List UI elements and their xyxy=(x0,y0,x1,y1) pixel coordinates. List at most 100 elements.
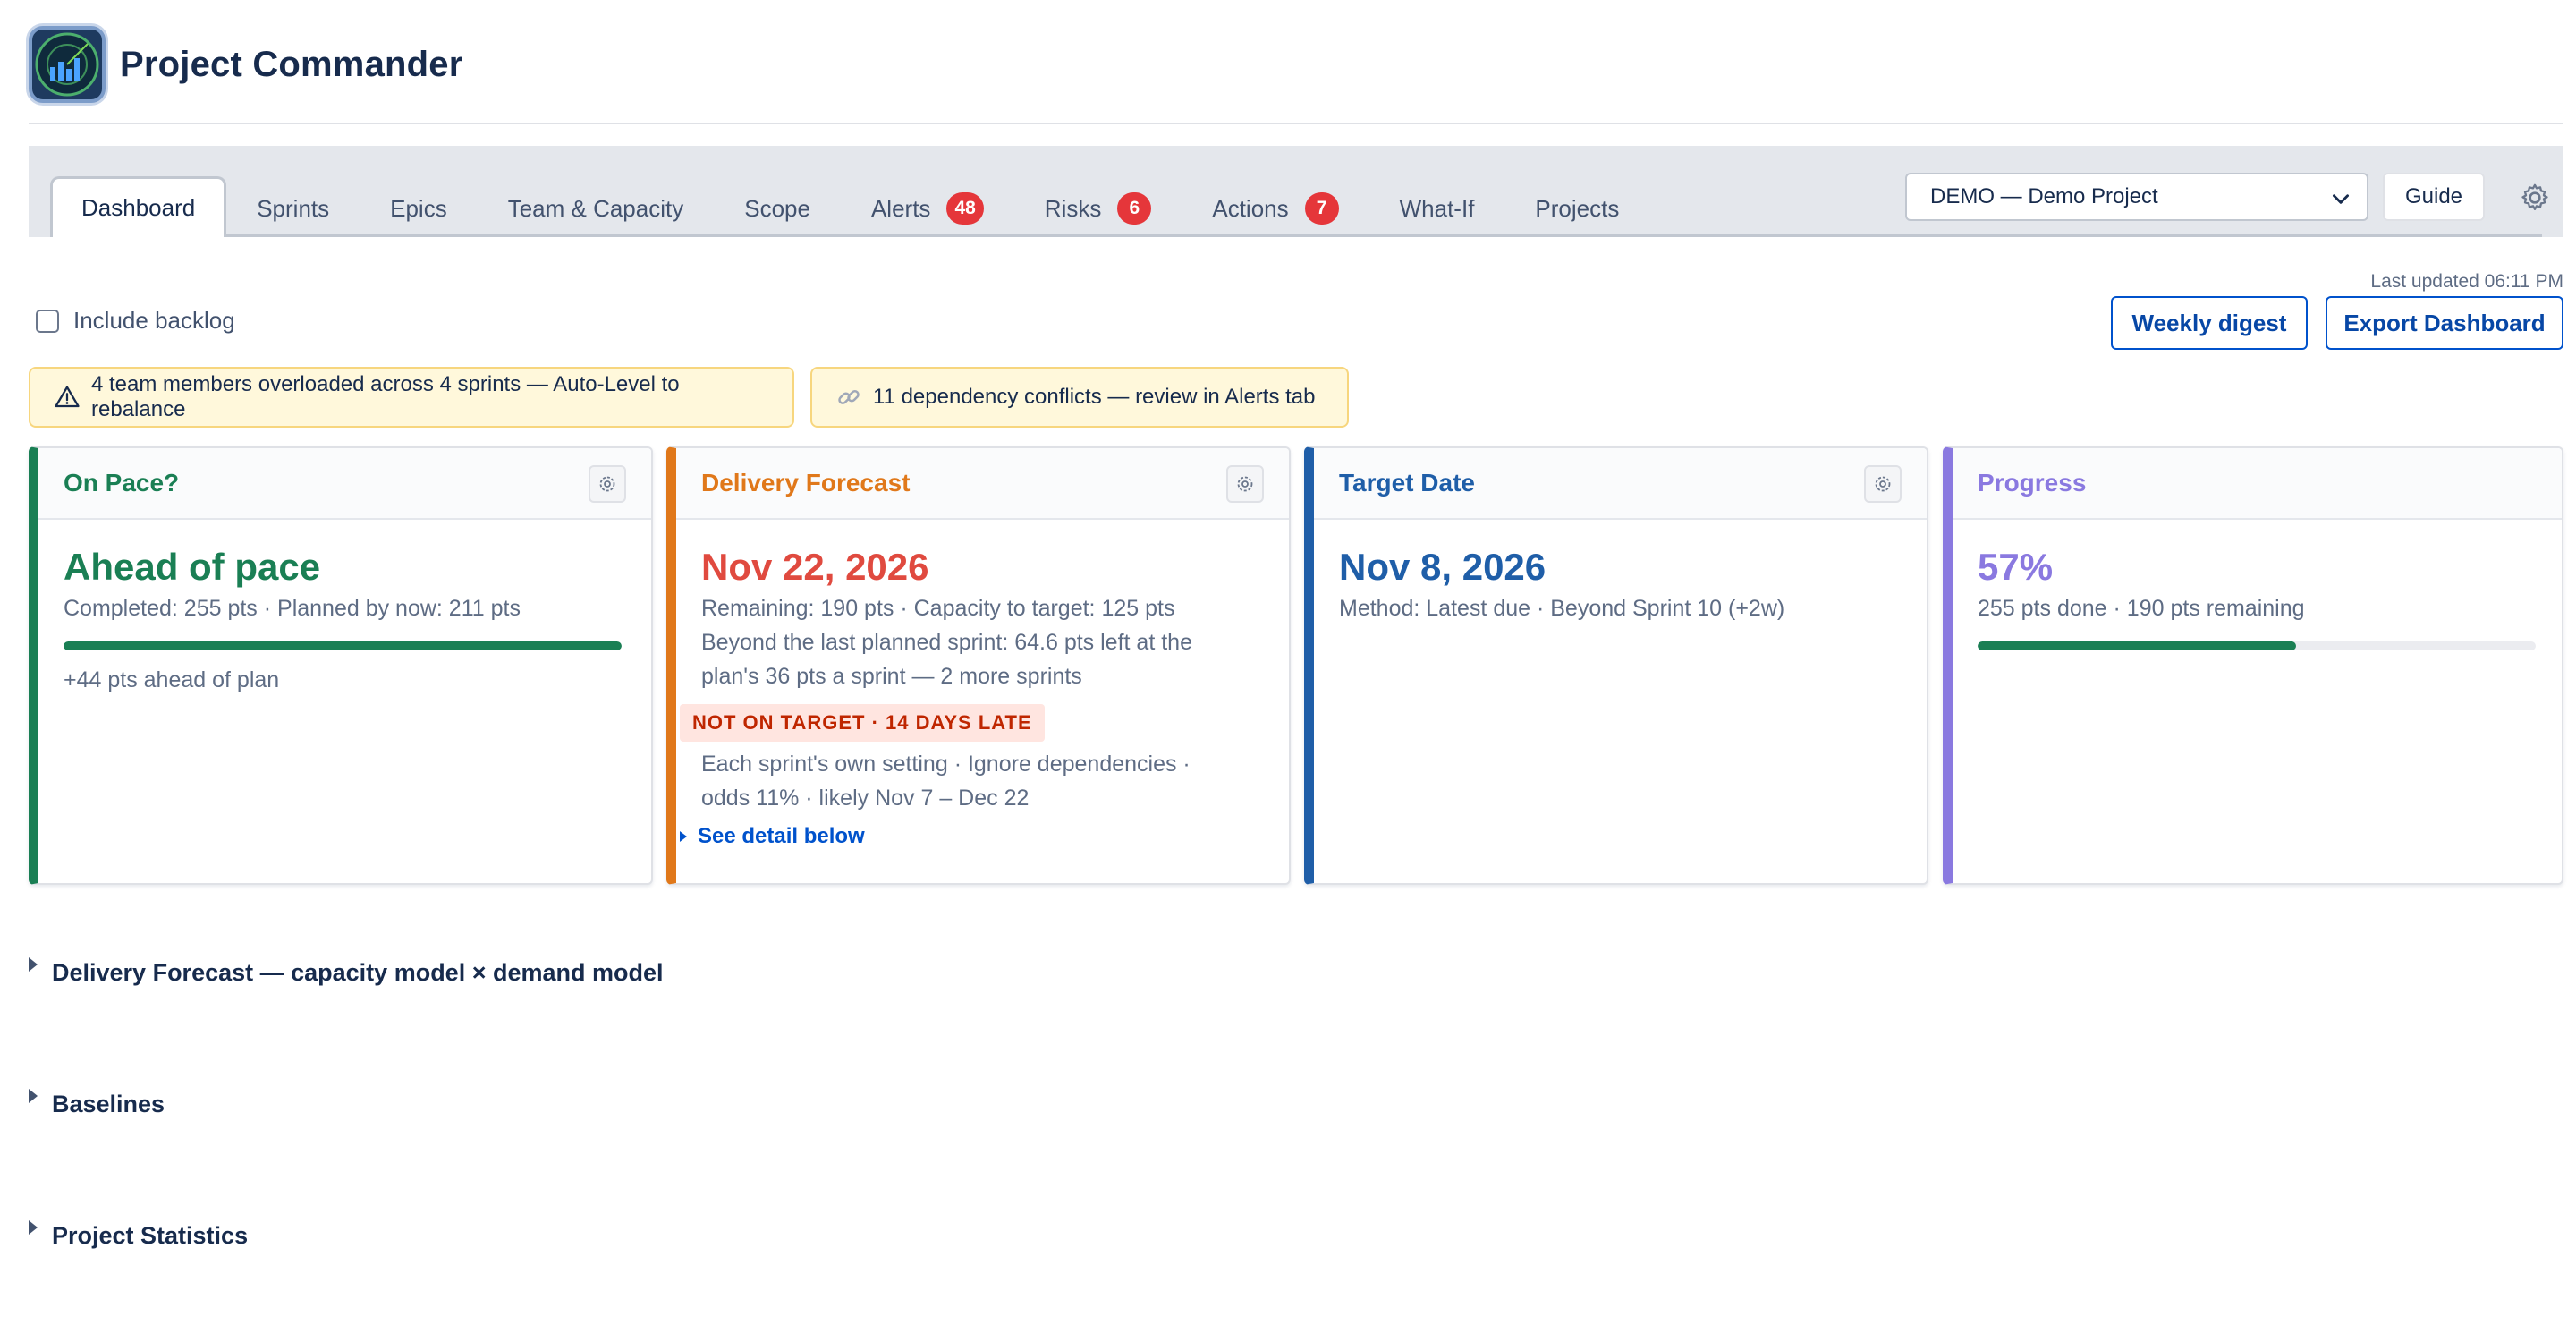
target-method: Method: Latest due · Beyond Sprint 10 (+… xyxy=(1339,596,1785,621)
target-date-card: Target Date Nov 8, 2026 Method: Latest d… xyxy=(1304,446,1928,885)
progress-points: 255 pts done · 190 pts remaining xyxy=(1978,596,2305,621)
tab-label: Dashboard xyxy=(81,194,196,221)
card-body: Nov 8, 2026 Method: Latest due · Beyond … xyxy=(1314,520,1927,625)
card-settings-button[interactable] xyxy=(1864,465,1902,503)
section-title: Project Statistics xyxy=(52,1222,249,1249)
warning-icon xyxy=(55,386,80,408)
tab-label: Projects xyxy=(1535,194,1620,222)
tab-projects[interactable]: Projects xyxy=(1504,180,1649,237)
guide-button[interactable]: Guide xyxy=(2383,173,2485,221)
see-detail-label: See detail below xyxy=(698,824,865,848)
see-detail-link[interactable]: See detail below xyxy=(680,824,1264,849)
include-backlog-label: Include backlog xyxy=(73,307,235,334)
section-delivery-forecast-model[interactable]: Delivery Forecast — capacity model × dem… xyxy=(29,956,664,987)
forecast-date: Nov 22, 2026 xyxy=(701,546,929,588)
overload-notice-text: 4 team members overloaded across 4 sprin… xyxy=(91,372,680,421)
project-select-value: DEMO — Demo Project xyxy=(1930,184,2158,208)
forecast-beyond-line: Beyond the last planned sprint: 64.6 pts… xyxy=(701,630,1192,655)
section-project-statistics[interactable]: Project Statistics xyxy=(29,1219,249,1250)
card-title: Progress xyxy=(1978,469,2087,497)
weekly-digest-button[interactable]: Weekly digest xyxy=(2111,296,2308,350)
progress-bar xyxy=(1978,641,2536,650)
card-header: Target Date xyxy=(1314,448,1927,520)
card-body: Ahead of pace Completed: 255 pts · Plann… xyxy=(38,520,651,697)
card-settings-button[interactable] xyxy=(1226,465,1264,503)
app-header: Project Commander xyxy=(29,23,463,106)
forecast-settings-line: Each sprint's own setting · Ignore depen… xyxy=(701,752,1191,777)
dependency-notice[interactable]: 11 dependency conflicts — review in Aler… xyxy=(810,367,1349,428)
card-body: Nov 22, 2026 Remaining: 190 pts · Capaci… xyxy=(676,520,1289,849)
card-title: On Pace? xyxy=(64,469,180,497)
delivery-forecast-card: Delivery Forecast Nov 22, 2026 Remaining… xyxy=(666,446,1291,885)
pace-ahead-text: +44 pts ahead of plan xyxy=(64,667,280,692)
forecast-beyond-line-2: plan's 36 pts a sprint — 2 more sprints xyxy=(701,664,1082,689)
card-header: On Pace? xyxy=(38,448,651,520)
weekly-digest-label: Weekly digest xyxy=(2131,309,2287,336)
caret-right-icon xyxy=(680,831,687,842)
card-body: 57% 255 pts done · 190 pts remaining xyxy=(1953,520,2562,650)
tab-epics[interactable]: Epics xyxy=(360,180,478,237)
dependency-notice-text: 11 dependency conflicts — review in Aler… xyxy=(873,385,1316,409)
alerts-count-badge: 48 xyxy=(946,192,984,225)
tab-team-capacity[interactable]: Team & Capacity xyxy=(478,180,715,237)
main-navigation: Dashboard Sprints Epics Team & Capacity … xyxy=(29,146,2563,237)
tab-label: Sprints xyxy=(257,194,330,222)
tab-dashboard[interactable]: Dashboard xyxy=(50,176,227,237)
tab-label: Actions xyxy=(1212,194,1289,222)
project-select[interactable]: DEMO — Demo Project xyxy=(1905,173,2368,221)
gear-icon[interactable] xyxy=(2517,180,2553,216)
progress-card: Progress 57% 255 pts done · 190 pts rema… xyxy=(1943,446,2563,885)
pace-status: Ahead of pace xyxy=(64,546,321,588)
tab-what-if[interactable]: What-If xyxy=(1369,180,1505,237)
tab-label: What-If xyxy=(1399,194,1475,222)
actions-count-badge: 7 xyxy=(1304,192,1339,225)
tab-risks[interactable]: Risks 6 xyxy=(1014,180,1182,237)
section-title: Delivery Forecast — capacity model × dem… xyxy=(52,959,664,986)
tab-label: Scope xyxy=(744,194,810,222)
tab-scope[interactable]: Scope xyxy=(714,180,841,237)
target-date-value: Nov 8, 2026 xyxy=(1339,546,1546,588)
progress-percent: 57% xyxy=(1978,546,2054,588)
card-header: Progress xyxy=(1953,448,2562,520)
not-on-target-badge: NOT ON TARGET · 14 DAYS LATE xyxy=(680,704,1045,742)
export-dashboard-button[interactable]: Export Dashboard xyxy=(2326,296,2563,350)
include-backlog-toggle[interactable]: Include backlog xyxy=(36,307,235,335)
risks-count-badge: 6 xyxy=(1117,192,1152,225)
gear-icon xyxy=(1237,476,1253,492)
export-dashboard-label: Export Dashboard xyxy=(2343,309,2546,336)
pace-completed-vs-planned: Completed: 255 pts · Planned by now: 211… xyxy=(64,596,521,621)
last-updated-timestamp: Last updated 06:11 PM xyxy=(2370,271,2563,292)
card-header: Delivery Forecast xyxy=(676,448,1289,520)
section-baselines[interactable]: Baselines xyxy=(29,1088,165,1118)
card-title: Delivery Forecast xyxy=(701,469,911,497)
tab-label: Alerts xyxy=(870,194,931,222)
pace-progress-bar xyxy=(64,641,622,650)
gear-icon xyxy=(599,476,615,492)
caret-right-icon xyxy=(29,956,38,972)
tab-actions[interactable]: Actions 7 xyxy=(1182,180,1368,237)
radar-chart-icon xyxy=(29,26,106,103)
gear-icon xyxy=(1875,476,1891,492)
on-pace-card: On Pace? Ahead of pace Completed: 255 pt… xyxy=(29,446,653,885)
guide-button-label: Guide xyxy=(2404,184,2463,208)
chevron-down-icon xyxy=(2333,194,2349,204)
tab-sprints[interactable]: Sprints xyxy=(226,180,360,237)
include-backlog-checkbox[interactable] xyxy=(36,309,59,333)
app-title: Project Commander xyxy=(120,44,463,84)
caret-right-icon xyxy=(29,1219,38,1235)
card-title: Target Date xyxy=(1339,469,1475,497)
tab-alerts[interactable]: Alerts 48 xyxy=(841,180,1014,237)
progress-bar-fill xyxy=(1978,641,2296,650)
caret-right-icon xyxy=(29,1088,38,1103)
pace-progress-fill xyxy=(64,641,622,650)
link-icon xyxy=(838,389,860,405)
forecast-remaining: Remaining: 190 pts · Capacity to target:… xyxy=(701,596,1175,621)
forecast-odds-line: odds 11% · likely Nov 7 – Dec 22 xyxy=(701,786,1030,811)
header-divider xyxy=(29,123,2563,124)
section-title: Baselines xyxy=(52,1091,165,1117)
overload-notice[interactable]: 4 team members overloaded across 4 sprin… xyxy=(29,367,794,428)
tab-label: Team & Capacity xyxy=(507,194,684,222)
tab-label: Risks xyxy=(1044,194,1102,222)
card-settings-button[interactable] xyxy=(589,465,626,503)
tab-label: Epics xyxy=(390,194,447,222)
